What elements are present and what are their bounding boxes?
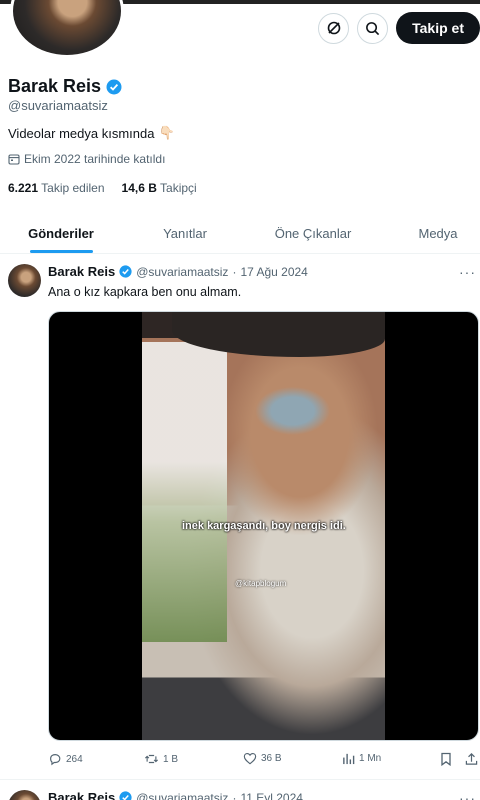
tweet-video[interactable]: inek kargaşandı, boy nergis idi. @kitapb…	[48, 311, 479, 741]
verified-badge-icon	[119, 265, 132, 278]
tweet[interactable]: Barak Reis @suvariamaatsiz · 11 Eyl 2024…	[0, 780, 480, 800]
tweet-header: Barak Reis @suvariamaatsiz · 17 Ağu 2024	[48, 264, 308, 279]
video-subtitle: inek kargaşandı, boy nergis idi.	[182, 520, 346, 532]
views-count: 1 Mn	[359, 753, 382, 764]
reply-button[interactable]: 264	[48, 752, 83, 766]
reply-icon	[50, 754, 61, 766]
tweet-avatar[interactable]	[8, 790, 41, 800]
tweet-avatar[interactable]	[8, 264, 41, 297]
more-options-icon[interactable]: ···	[459, 264, 476, 280]
video-watermark: @kitapblogum	[235, 579, 287, 588]
repost-icon	[144, 754, 159, 764]
like-count: 36 B	[261, 753, 282, 764]
bookmark-icon	[441, 752, 451, 766]
share-button[interactable]	[465, 752, 478, 766]
more-options-icon[interactable]: ···	[459, 790, 476, 800]
tweet-date[interactable]: 11 Eyl 2024	[240, 791, 303, 800]
tweet-header: Barak Reis @suvariamaatsiz · 11 Eyl 2024	[48, 790, 303, 800]
tweet-date[interactable]: 17 Ağu 2024	[240, 265, 307, 279]
views-icon	[343, 753, 355, 765]
views-button[interactable]: 1 Mn	[342, 752, 381, 765]
tweet-author-name[interactable]: Barak Reis	[48, 790, 115, 800]
tweet-author-handle[interactable]: @suvariamaatsiz	[136, 265, 228, 279]
tweet-actions: 264 1 B 36 B 1 Mn	[48, 752, 480, 770]
tweet-author-handle[interactable]: @suvariamaatsiz	[136, 791, 228, 800]
tweet-author-name[interactable]: Barak Reis	[48, 264, 115, 279]
verified-badge-icon	[119, 791, 132, 800]
tweet[interactable]: Barak Reis @suvariamaatsiz · 17 Ağu 2024…	[0, 0, 480, 780]
separator-dot: ·	[232, 264, 237, 279]
separator-dot: ·	[232, 790, 237, 800]
repost-button[interactable]: 1 B	[144, 752, 178, 766]
like-button[interactable]: 36 B	[243, 752, 282, 765]
reply-count: 264	[66, 753, 83, 765]
tweet-text: Ana o kız kapkara ben onu almam.	[48, 285, 242, 299]
heart-icon	[243, 752, 257, 765]
video-frame: inek kargaşandı, boy nergis idi. @kitapb…	[142, 312, 385, 740]
repost-count: 1 B	[163, 753, 179, 765]
bookmark-button[interactable]	[440, 752, 452, 766]
share-icon	[465, 753, 478, 765]
